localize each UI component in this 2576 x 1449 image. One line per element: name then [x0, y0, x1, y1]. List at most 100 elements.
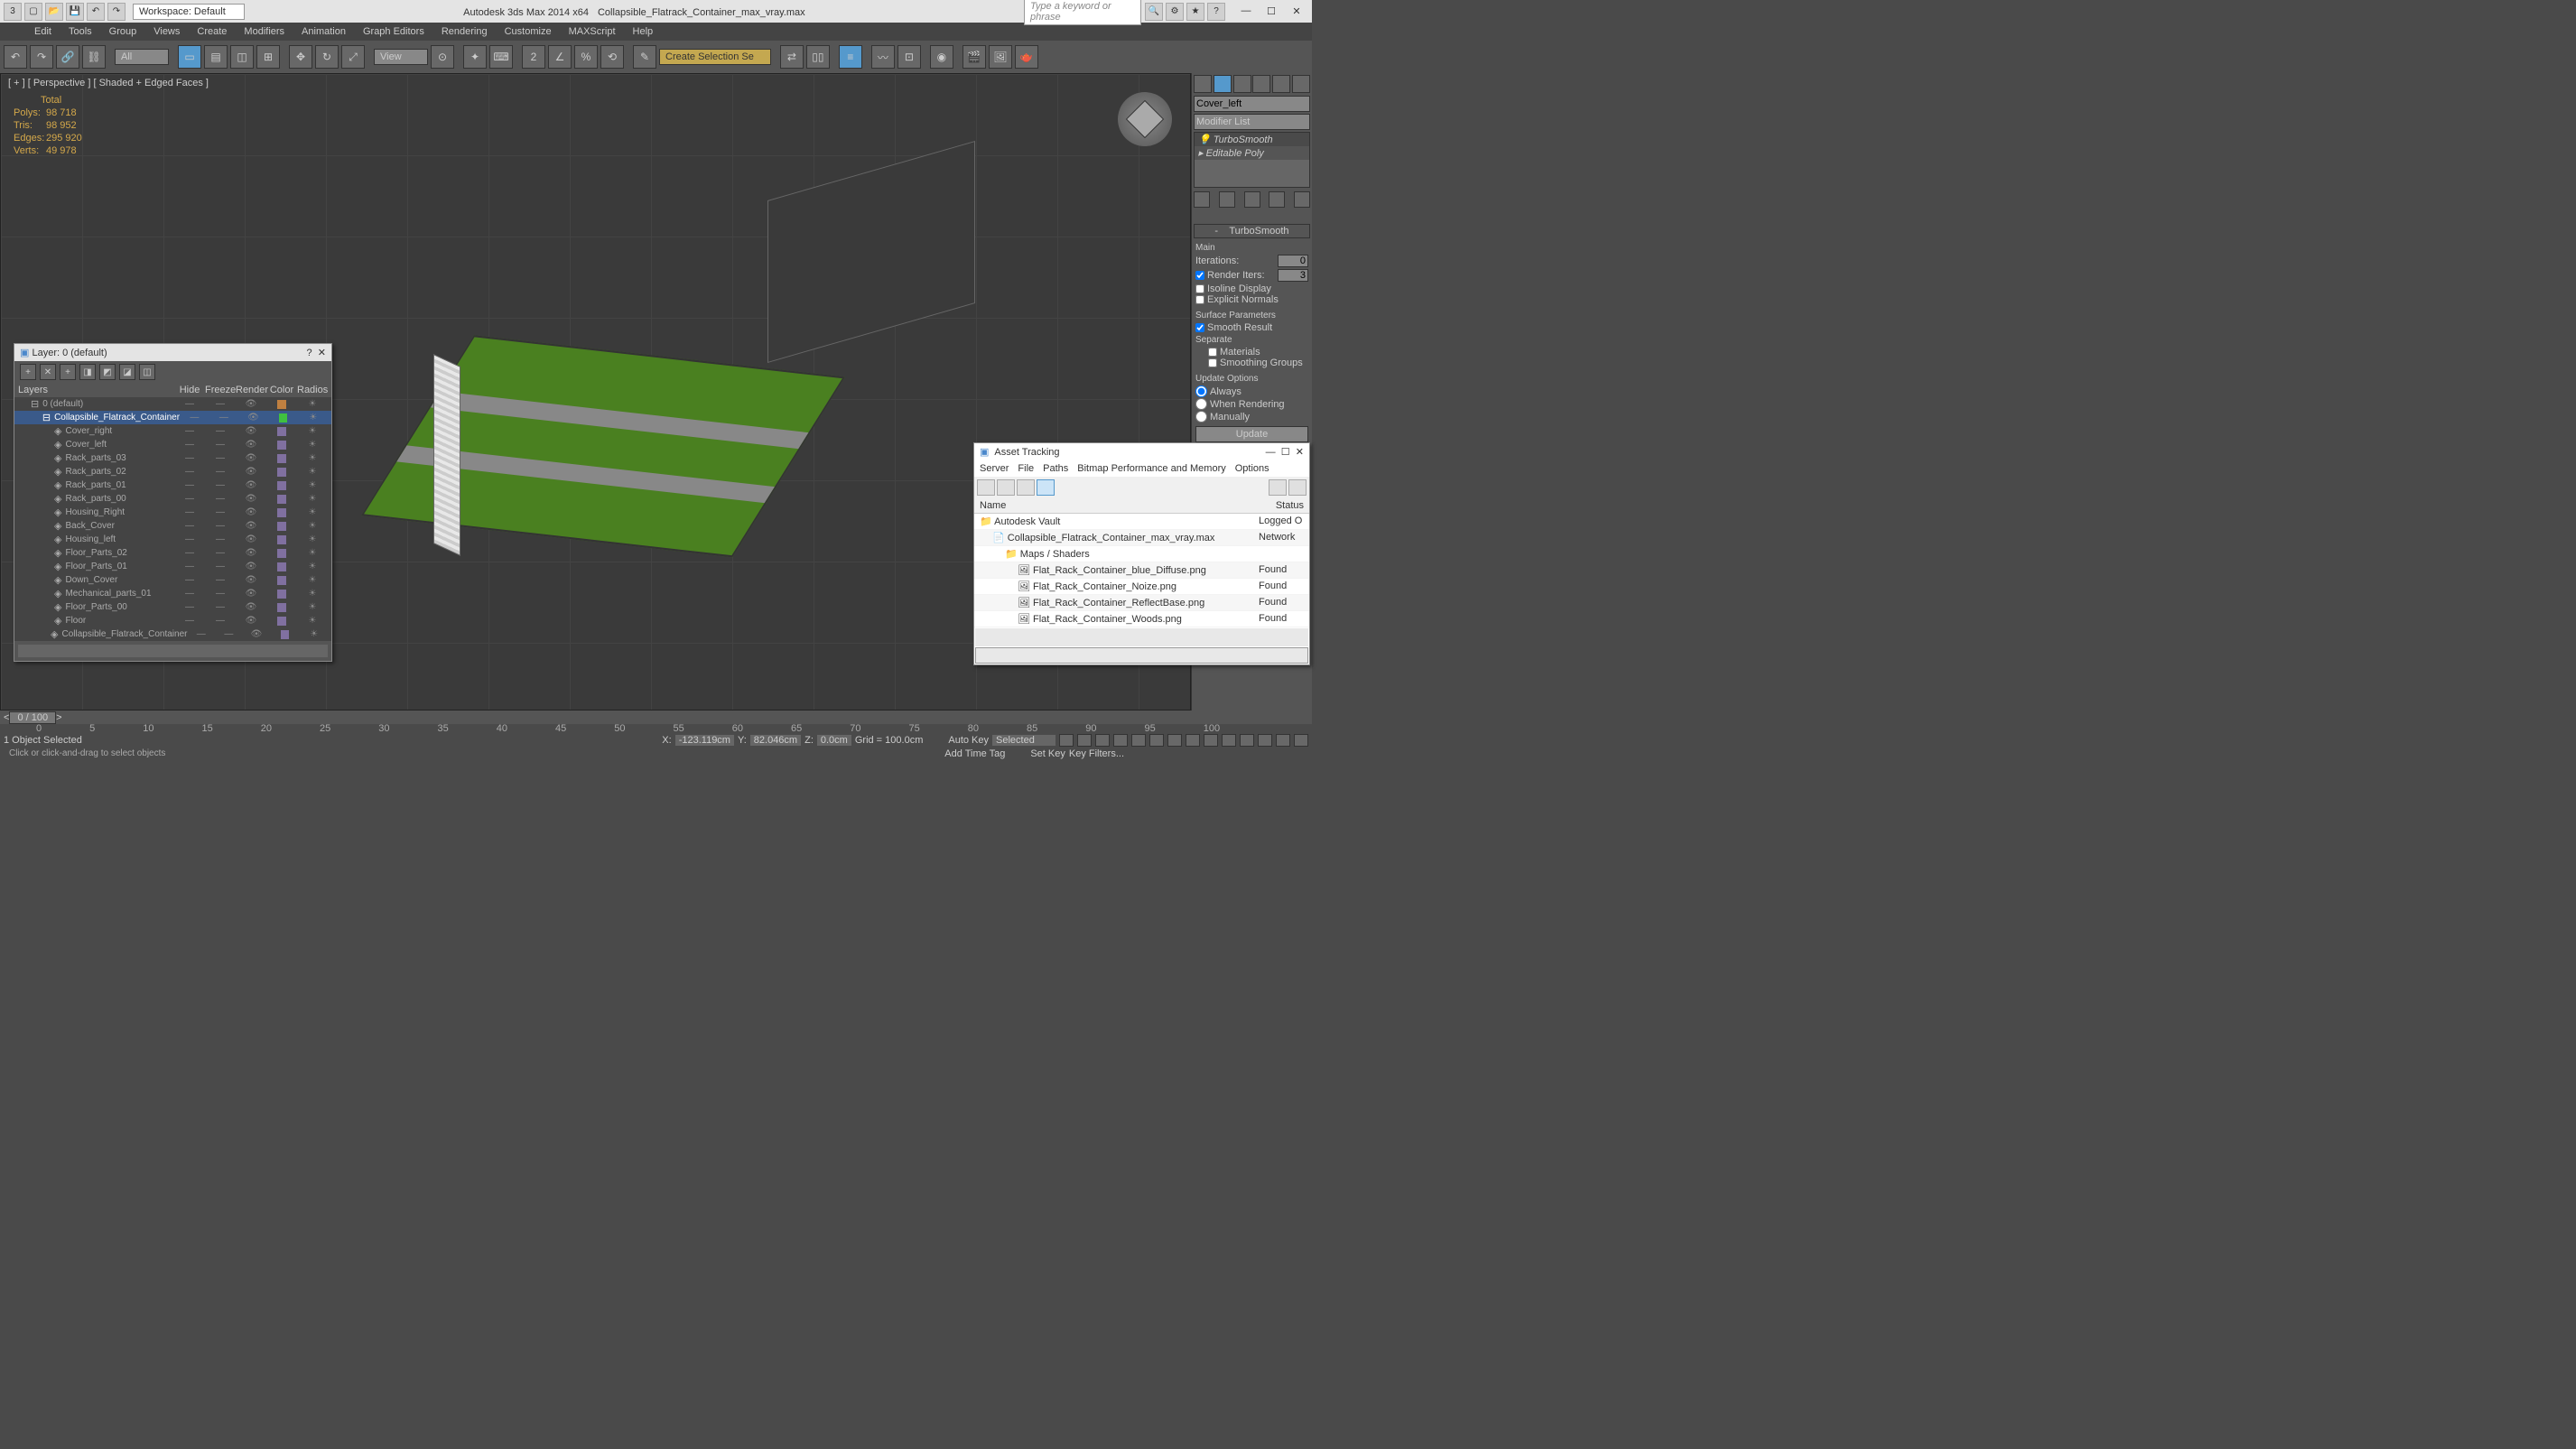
save-icon[interactable]: 💾	[66, 3, 84, 21]
help-icon[interactable]: ?	[1207, 3, 1225, 21]
select-tool-icon[interactable]: ▭	[178, 45, 201, 69]
edit-named-sel-icon[interactable]: ✎	[633, 45, 656, 69]
orbit-icon[interactable]	[1276, 734, 1290, 747]
col-radios[interactable]: Radios	[297, 385, 328, 395]
scale-tool-icon[interactable]: ⤢	[341, 45, 365, 69]
asset-scrollbar[interactable]	[975, 628, 1308, 646]
viewcube-icon[interactable]	[1118, 92, 1172, 146]
select-name-icon[interactable]: ▤	[204, 45, 228, 69]
layer-row[interactable]: ◈Floor_Parts_01——👁☀	[14, 560, 331, 573]
comm-center-icon[interactable]: ⚙	[1166, 3, 1184, 21]
col-color[interactable]: Color	[266, 385, 297, 395]
zoom-extents-icon[interactable]	[1222, 734, 1236, 747]
render-iters-check[interactable]	[1195, 271, 1204, 280]
asset-row[interactable]: 📄 Collapsible_Flatrack_Container_max_vra…	[974, 530, 1309, 546]
layer-scrollbar[interactable]	[18, 645, 328, 657]
snap-percent-icon[interactable]: %	[574, 45, 598, 69]
always-radio[interactable]	[1195, 385, 1207, 397]
asset-menu-file[interactable]: File	[1018, 463, 1034, 474]
col-render[interactable]: Render	[236, 385, 266, 395]
asset-table-icon[interactable]	[1017, 479, 1035, 496]
render-iters-spinner[interactable]: 3	[1278, 269, 1308, 282]
isoline-check[interactable]	[1195, 284, 1204, 293]
explicit-normals-check[interactable]	[1195, 295, 1204, 304]
key-filter-dropdown[interactable]: Selected	[992, 735, 1056, 746]
app-menu-icon[interactable]: 3	[4, 3, 22, 21]
spinner-snap-icon[interactable]: ⟲	[600, 45, 624, 69]
freeze-unfreeze-icon[interactable]: ◫	[139, 364, 155, 380]
time-config-icon[interactable]	[1167, 734, 1182, 747]
undo-icon[interactable]: ↶	[87, 3, 105, 21]
asset-path-field[interactable]	[975, 647, 1308, 664]
materials-check[interactable]	[1208, 348, 1217, 357]
stack-item[interactable]: ▸ Editable Poly	[1195, 146, 1309, 160]
menu-modifiers[interactable]: Modifiers	[237, 24, 292, 39]
asset-close-icon[interactable]: ✕	[1296, 446, 1304, 458]
menu-edit[interactable]: Edit	[27, 24, 59, 39]
menu-help[interactable]: Help	[626, 24, 661, 39]
motion-panel-tab[interactable]	[1252, 75, 1270, 93]
autokey-button[interactable]: Auto Key	[948, 735, 989, 746]
selection-filter-dropdown[interactable]: All	[115, 49, 169, 65]
layer-row[interactable]: ◈Rack_parts_01——👁☀	[14, 478, 331, 492]
when-rendering-radio[interactable]	[1195, 398, 1207, 410]
layer-row[interactable]: ◈Housing_Right——👁☀	[14, 506, 331, 519]
layer-row[interactable]: ◈Back_Cover——👁☀	[14, 519, 331, 533]
render-icon[interactable]: 🫖	[1015, 45, 1038, 69]
asset-max-icon[interactable]: ☐	[1281, 446, 1290, 458]
named-selection-set[interactable]: Create Selection Se	[659, 49, 771, 65]
play-icon[interactable]	[1095, 734, 1110, 747]
layer-help-icon[interactable]: ?	[307, 348, 312, 358]
z-coord[interactable]: 0.0cm	[817, 735, 851, 746]
asset-refresh-icon[interactable]	[977, 479, 995, 496]
menu-customize[interactable]: Customize	[498, 24, 559, 39]
menu-maxscript[interactable]: MAXScript	[562, 24, 623, 39]
rollout-header[interactable]: - TurboSmooth	[1194, 224, 1310, 238]
object-name-field[interactable]: Cover_left	[1194, 96, 1310, 112]
minimize-button[interactable]: —	[1234, 5, 1258, 17]
pan-icon[interactable]	[1258, 734, 1272, 747]
ref-coord-dropdown[interactable]: View	[374, 49, 428, 65]
asset-menu-paths[interactable]: Paths	[1043, 463, 1068, 474]
delete-layer-icon[interactable]: ✕	[40, 364, 56, 380]
y-coord[interactable]: 82.046cm	[750, 735, 801, 746]
link-icon[interactable]: 🔗	[56, 45, 79, 69]
layer-row[interactable]: ◈Down_Cover——👁☀	[14, 573, 331, 587]
layer-row[interactable]: ◈Floor_Parts_00——👁☀	[14, 600, 331, 614]
hierarchy-panel-tab[interactable]	[1233, 75, 1251, 93]
add-to-layer-icon[interactable]: +	[60, 364, 76, 380]
make-unique-icon[interactable]	[1244, 191, 1260, 208]
stack-item[interactable]: 💡 TurboSmooth	[1195, 133, 1309, 146]
asset-view-icon[interactable]	[1037, 479, 1055, 496]
manually-radio[interactable]	[1195, 411, 1207, 423]
x-coord[interactable]: -123.119cm	[675, 735, 734, 746]
utilities-panel-tab[interactable]	[1292, 75, 1310, 93]
workspace-dropdown[interactable]: Workspace: Default	[133, 4, 245, 20]
trackbar[interactable]: 0510152025303540455055606570758085909510…	[0, 724, 1312, 733]
mirror-icon[interactable]: ⇄	[780, 45, 804, 69]
layer-row[interactable]: ◈Cover_left——👁☀	[14, 438, 331, 451]
asset-menu-server[interactable]: Server	[980, 463, 1009, 474]
asset-row[interactable]: 🖼 Flat_Rack_Container_Noize.pngFound	[974, 579, 1309, 595]
maximize-button[interactable]: ☐	[1260, 5, 1283, 17]
layer-row[interactable]: ⊟Collapsible_Flatrack_Container——👁☀	[14, 411, 331, 424]
smoothing-groups-check[interactable]	[1208, 358, 1217, 367]
open-icon[interactable]: 📂	[45, 3, 63, 21]
menu-graph-editors[interactable]: Graph Editors	[356, 24, 432, 39]
menu-animation[interactable]: Animation	[294, 24, 353, 39]
menu-create[interactable]: Create	[190, 24, 234, 39]
zoom-all-icon[interactable]	[1204, 734, 1218, 747]
show-end-result-icon[interactable]	[1219, 191, 1235, 208]
layer-row[interactable]: ⊟0 (default)——👁☀	[14, 397, 331, 411]
curve-editor-icon[interactable]: 〰	[871, 45, 895, 69]
layer-row[interactable]: ◈Rack_parts_03——👁☀	[14, 451, 331, 465]
close-button[interactable]: ✕	[1285, 5, 1308, 17]
layer-row[interactable]: ◈Floor_Parts_02——👁☀	[14, 546, 331, 560]
modifier-stack[interactable]: 💡 TurboSmooth▸ Editable Poly	[1194, 132, 1310, 188]
setkey-button[interactable]: Set Key	[1030, 748, 1065, 759]
move-tool-icon[interactable]: ✥	[289, 45, 312, 69]
remove-modifier-icon[interactable]	[1269, 191, 1285, 208]
viewport-label[interactable]: [ + ] [ Perspective ] [ Shaded + Edged F…	[8, 78, 209, 88]
maximize-viewport-icon[interactable]	[1294, 734, 1308, 747]
asset-tree-icon[interactable]	[997, 479, 1015, 496]
